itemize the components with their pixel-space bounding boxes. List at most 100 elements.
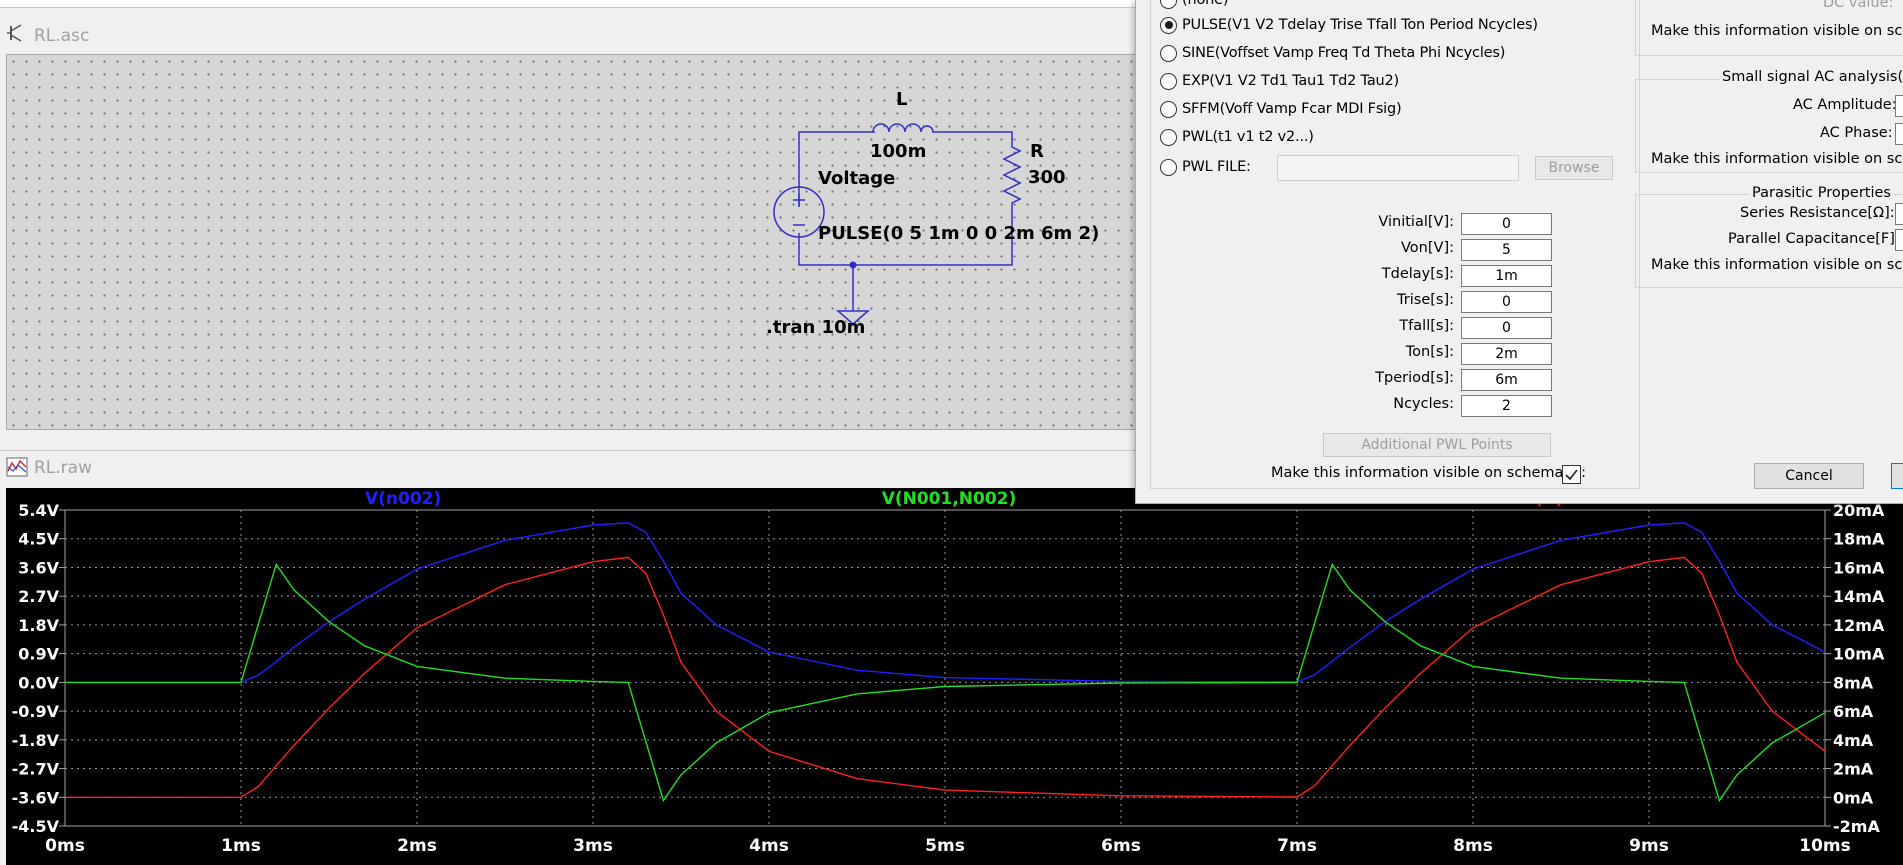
radio-option-pulse[interactable]: PULSE(V1 V2 Tdelay Trise Tfall Ton Perio… bbox=[1160, 13, 1538, 37]
schematic-window-title: RL.asc bbox=[34, 26, 90, 46]
radio-button[interactable] bbox=[1160, 100, 1177, 118]
right-tick-label: 10mA bbox=[1833, 645, 1885, 664]
cancel-button[interactable]: Cancel bbox=[1754, 463, 1864, 489]
parallel-capacitance-input[interactable] bbox=[1895, 229, 1903, 251]
x-tick-label: 10ms bbox=[1799, 836, 1851, 856]
ac-amplitude-input[interactable] bbox=[1895, 95, 1903, 117]
resistor-symbol[interactable] bbox=[1002, 142, 1022, 207]
additional-pwl-points-button[interactable]: Additional PWL Points bbox=[1323, 433, 1551, 457]
series-resistance-input[interactable] bbox=[1895, 203, 1903, 225]
resistor-name-label[interactable]: R bbox=[1030, 141, 1044, 162]
radio-label: SFFM(Voff Vamp Fcar MDI Fsig) bbox=[1182, 101, 1402, 117]
left-tick-label: -2.7V bbox=[12, 760, 60, 779]
radio-button[interactable] bbox=[1160, 0, 1177, 9]
radio-button[interactable] bbox=[1160, 128, 1177, 146]
radio-button[interactable] bbox=[1160, 158, 1177, 176]
schematic-titlebar[interactable]: RL.asc bbox=[0, 18, 1135, 54]
waveform-plot[interactable]: 0ms 1ms 2ms 3ms 4ms 5ms 6ms 7ms 8ms 9ms 10ms 5.4V 4.… bbox=[6, 488, 1903, 865]
right-tick-label: 8mA bbox=[1833, 673, 1874, 692]
trise-input[interactable]: 0 bbox=[1461, 291, 1552, 313]
right-tick-label: 16mA bbox=[1833, 558, 1885, 577]
radio-label: PWL FILE: bbox=[1182, 159, 1251, 175]
left-tick-label: 4.5V bbox=[18, 530, 59, 549]
inductor-name-label[interactable]: L bbox=[896, 89, 907, 110]
left-tick-label: -1.8V bbox=[12, 731, 60, 750]
tdelay-input[interactable]: 1m bbox=[1461, 265, 1552, 287]
ton-input[interactable]: 2m bbox=[1461, 343, 1552, 365]
radio-option-exp[interactable]: EXP(V1 V2 Td1 Tau1 Td2 Tau2) bbox=[1160, 69, 1399, 93]
voltage-source-symbol[interactable] bbox=[773, 186, 825, 238]
tran-directive[interactable]: .tran 10m bbox=[766, 317, 865, 338]
resistor-value-label[interactable]: 300 bbox=[1028, 167, 1066, 188]
radio-button[interactable] bbox=[1160, 44, 1177, 62]
x-tick-label: 7ms bbox=[1277, 836, 1317, 856]
schematic-window: RL.asc L 100m R 300 Voltage PULSE(0 5 1m… bbox=[0, 0, 1137, 436]
schematic-window-top-edge bbox=[0, 0, 1135, 8]
right-tick-label: 4mA bbox=[1833, 731, 1874, 750]
radio-label: PWL(t1 v1 t2 v2...) bbox=[1182, 129, 1314, 145]
source-value-label[interactable]: PULSE(0 5 1m 0 0 2m 6m 2) bbox=[818, 223, 1099, 244]
waveform-icon bbox=[6, 457, 28, 477]
radio-label: EXP(V1 V2 Td1 Tau1 Td2 Tau2) bbox=[1182, 73, 1399, 89]
x-tick-label: 1ms bbox=[221, 836, 261, 856]
radio-option-sine[interactable]: SINE(Voffset Vamp Freq Td Theta Phi Ncyc… bbox=[1160, 41, 1505, 65]
browse-button[interactable]: Browse bbox=[1535, 156, 1613, 180]
transistor-icon bbox=[7, 24, 22, 42]
pwl-file-input[interactable] bbox=[1277, 155, 1519, 181]
right-tick-label: 2mA bbox=[1833, 760, 1874, 779]
waveform-window: RL.raw 0ms 1ms 2ms 3ms 4ms 5ms 6ms 7ms 8ms 9ms 10m… bbox=[0, 444, 1903, 865]
inductor-value-label[interactable]: 100m bbox=[870, 141, 926, 162]
trise-label: Trise[s]: bbox=[1397, 292, 1454, 308]
von-input[interactable]: 5 bbox=[1461, 239, 1552, 261]
trace-label: V(N001,N002) bbox=[882, 489, 1017, 509]
left-tick-label: 0.0V bbox=[18, 673, 59, 692]
x-tick-label: 8ms bbox=[1453, 836, 1493, 856]
radio-label: SINE(Voffset Vamp Freq Td Theta Phi Ncyc… bbox=[1182, 45, 1506, 61]
dc-value-label: DC value: bbox=[1823, 0, 1894, 11]
left-tick-label: 2.7V bbox=[18, 587, 59, 606]
radio-label: PULSE(V1 V2 Tdelay Trise Tfall Ton Perio… bbox=[1182, 17, 1538, 33]
right-tick-label: -2mA bbox=[1833, 817, 1880, 836]
ac-group-title: Small signal AC analysis(.AC bbox=[1719, 69, 1903, 85]
waveform-window-title: RL.raw bbox=[34, 458, 92, 478]
right-tick-label: 12mA bbox=[1833, 616, 1885, 635]
ac-phase-label: AC Phase: bbox=[1820, 125, 1893, 141]
inductor-symbol[interactable] bbox=[872, 123, 934, 133]
radio-button-selected[interactable] bbox=[1160, 16, 1177, 34]
radio-option-none[interactable]: (none) bbox=[1160, 0, 1228, 12]
series-resistance-label: Series Resistance[Ω]: bbox=[1740, 205, 1895, 221]
left-tick-label: 3.6V bbox=[18, 558, 59, 577]
parasitic-visible-label: Make this information visible on sc bbox=[1651, 257, 1903, 273]
left-tick-label: -0.9V bbox=[12, 702, 60, 721]
ac-phase-input[interactable] bbox=[1895, 123, 1903, 145]
tperiod-input[interactable]: 6m bbox=[1461, 369, 1552, 391]
radio-option-pwl[interactable]: PWL(t1 v1 t2 v2...) bbox=[1160, 125, 1314, 149]
ac-amplitude-label: AC Amplitude: bbox=[1793, 97, 1897, 113]
schematic-drawing: L 100m R 300 Voltage PULSE(0 5 1m 0 0 2m… bbox=[766, 89, 1099, 338]
left-tick-label: -4.5V bbox=[12, 817, 60, 836]
ncycles-input[interactable]: 2 bbox=[1461, 395, 1552, 417]
left-tick-label: 0.9V bbox=[18, 645, 59, 664]
ton-label: Ton[s]: bbox=[1405, 344, 1454, 360]
trace-label: V(n002) bbox=[365, 489, 441, 509]
ncycles-label: Ncycles: bbox=[1393, 396, 1454, 412]
x-tick-label: 4ms bbox=[749, 836, 789, 856]
vinitial-label: Vinitial[V]: bbox=[1378, 214, 1454, 230]
waveform-titlebar[interactable]: RL.raw bbox=[0, 450, 1140, 483]
source-name-label[interactable]: Voltage bbox=[818, 168, 895, 189]
radio-button[interactable] bbox=[1160, 72, 1177, 90]
right-tick-label: 6mA bbox=[1833, 702, 1874, 721]
visible-on-schematic-checkbox[interactable] bbox=[1562, 465, 1581, 484]
parallel-capacitance-label: Parallel Capacitance[F]: bbox=[1728, 231, 1900, 247]
tfall-input[interactable]: 0 bbox=[1461, 317, 1552, 339]
radio-option-pwl-file[interactable]: PWL FILE: bbox=[1160, 155, 1251, 179]
vinitial-input[interactable]: 0 bbox=[1461, 213, 1552, 235]
schematic-canvas[interactable]: L 100m R 300 Voltage PULSE(0 5 1m 0 0 2m… bbox=[6, 54, 1137, 430]
radio-option-sffm[interactable]: SFFM(Voff Vamp Fcar MDI Fsig) bbox=[1160, 97, 1402, 121]
x-tick-label: 5ms bbox=[925, 836, 965, 856]
tperiod-label: Tperiod[s]: bbox=[1375, 370, 1454, 386]
parasitic-group-title: Parasitic Properties bbox=[1749, 185, 1894, 201]
junction-dot bbox=[849, 261, 857, 269]
ac-visible-label: Make this information visible on sc bbox=[1651, 151, 1903, 167]
ok-button-partial[interactable] bbox=[1891, 463, 1903, 489]
